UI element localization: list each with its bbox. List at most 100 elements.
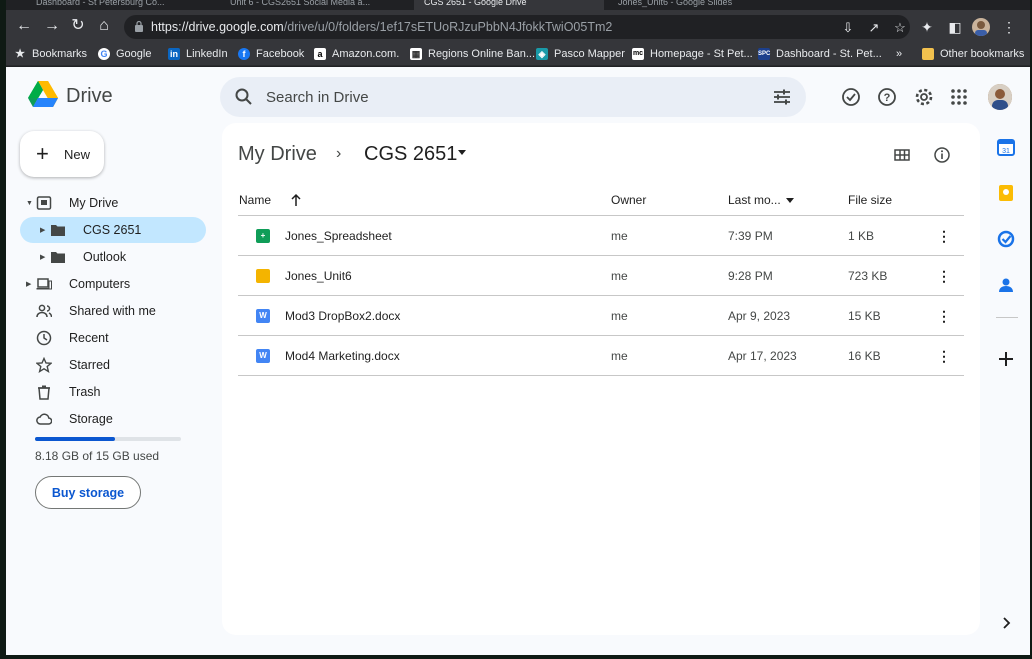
grid-view-icon[interactable] [892, 145, 912, 165]
bookmark-linkedin[interactable]: in LinkedIn [168, 46, 228, 62]
clock-icon [36, 330, 52, 346]
more-actions-icon[interactable]: ⋮ [934, 346, 954, 366]
side-panel-icon[interactable]: ◧ [946, 18, 964, 36]
tab-slides[interactable]: Jones_Unit6 - Google Slides [608, 0, 798, 10]
sidebar-item-label: Storage [69, 412, 113, 426]
search-input[interactable] [266, 85, 746, 109]
back-icon[interactable]: ← [14, 16, 34, 36]
cloud-icon [36, 413, 52, 425]
account-avatar[interactable] [988, 84, 1012, 110]
contacts-icon[interactable] [996, 275, 1016, 295]
file-name[interactable]: Jones_Unit6 [285, 269, 352, 283]
help-icon[interactable]: ? [876, 86, 898, 108]
profile-avatar[interactable] [972, 18, 990, 36]
drive-brand: Drive [66, 85, 113, 107]
extensions-icon[interactable]: ✦ [918, 18, 936, 36]
info-icon[interactable] [932, 145, 952, 165]
bookmark-google[interactable]: G Google [98, 46, 151, 62]
table-row[interactable]: W Mod3 DropBox2.docx me Apr 9, 2023 15 K… [238, 296, 964, 336]
column-owner[interactable]: Owner [611, 193, 646, 207]
caret-right-icon[interactable]: ▶ [40, 226, 45, 234]
sidebar-item-starred[interactable]: Starred [20, 352, 206, 378]
install-icon[interactable]: ⇩ [840, 20, 856, 36]
word-file-icon: W [256, 309, 270, 323]
bookmark-homepage[interactable]: mc Homepage - St Pet... [632, 46, 753, 62]
url-host: https://drive.google.com [151, 20, 284, 34]
sidebar-item-my-drive[interactable]: ▼ My Drive [20, 190, 206, 216]
sort-arrow-up-icon[interactable] [290, 193, 302, 207]
sidebar-item-trash[interactable]: Trash [20, 379, 206, 405]
bookmark-amazon[interactable]: a Amazon.com. [314, 46, 399, 62]
file-name[interactable]: Mod3 DropBox2.docx [285, 309, 400, 323]
file-list-panel: My Drive › CGS 2651 Name Owner Last mo..… [222, 123, 980, 635]
search-options-icon[interactable] [772, 87, 792, 107]
sidebar-item-recent[interactable]: Recent [20, 325, 206, 351]
sidebar-item-shared[interactable]: Shared with me [20, 298, 206, 324]
more-actions-icon[interactable]: ⋮ [934, 306, 954, 326]
sidebar-item-cgs-2651[interactable]: ▶ CGS 2651 [20, 217, 206, 243]
bookmark-dashboard[interactable]: SPC Dashboard - St. Pet... [758, 46, 882, 62]
file-name[interactable]: Mod4 Marketing.docx [285, 349, 400, 363]
folder-menu-caret-icon[interactable] [458, 150, 466, 155]
sidebar-item-computers[interactable]: ▶ Computers [20, 271, 206, 297]
sidebar-item-outlook[interactable]: ▶ Outlook [20, 244, 206, 270]
drive-logo-icon[interactable] [28, 81, 58, 107]
offline-ready-icon[interactable] [840, 86, 862, 108]
bookmark-pasco[interactable]: ◈ Pasco Mapper [536, 46, 625, 62]
chevron-right-icon[interactable] [996, 613, 1016, 633]
storage-bar-fill [35, 437, 115, 441]
tab-unit6[interactable]: Unit 6 - CGS2651 Social Media a... [220, 0, 410, 10]
tasks-icon[interactable] [996, 229, 1016, 249]
home-icon[interactable]: ⌂ [94, 16, 114, 36]
bookmark-facebook[interactable]: f Facebook [238, 46, 304, 62]
bookmark-bookmarks[interactable]: ★ Bookmarks [14, 46, 87, 62]
storage-bar [35, 437, 181, 441]
forward-icon[interactable]: → [42, 16, 62, 36]
bookmark-label: Google [116, 48, 152, 60]
tab-drive[interactable]: CGS 2651 - Google Drive [414, 0, 604, 10]
plus-icon: + [36, 141, 49, 166]
caret-right-icon[interactable]: ▶ [26, 280, 31, 288]
folder-icon [922, 48, 934, 60]
table-row[interactable]: Jones_Unit6 me 9:28 PM 723 KB ⋮ [238, 256, 964, 296]
file-name[interactable]: Jones_Spreadsheet [285, 229, 392, 243]
buy-storage-button[interactable]: Buy storage [35, 476, 141, 509]
modified-sort-caret-icon[interactable] [786, 198, 794, 203]
bookmark-other[interactable]: Other bookmarks [922, 46, 1024, 62]
tab-dashboard[interactable]: Dashboard - St Petersburg Co... [26, 0, 216, 10]
settings-icon[interactable] [913, 86, 935, 108]
sidebar-item-label: CGS 2651 [83, 223, 142, 237]
bookmarks-overflow[interactable]: » [896, 46, 902, 62]
search-icon[interactable] [234, 87, 254, 107]
column-name[interactable]: Name [239, 193, 271, 207]
tab-strip: Dashboard - St Petersburg Co... Unit 6 -… [6, 0, 1030, 10]
star-icon [36, 357, 52, 373]
keep-icon[interactable] [996, 183, 1016, 203]
search-bar[interactable] [220, 77, 806, 117]
url-path: /drive/u/0/folders/1ef17sETUoRJzuPbbN4Jf… [283, 20, 613, 34]
sidebar-item-label: My Drive [69, 196, 119, 210]
breadcrumb-my-drive[interactable]: My Drive [238, 143, 317, 166]
more-actions-icon[interactable]: ⋮ [934, 266, 954, 286]
caret-right-icon[interactable]: ▶ [40, 253, 45, 261]
bookmark-star-icon[interactable]: ☆ [892, 20, 908, 36]
address-bar[interactable]: https://drive.google.com/drive/u/0/folde… [124, 15, 910, 39]
apps-grid-icon[interactable] [948, 86, 970, 108]
table-row[interactable]: + Jones_Spreadsheet me 7:39 PM 1 KB ⋮ [238, 216, 964, 256]
caret-down-icon[interactable]: ▼ [26, 200, 33, 207]
table-row[interactable]: W Mod4 Marketing.docx me Apr 17, 2023 16… [238, 336, 964, 376]
reload-icon[interactable]: ↻ [68, 16, 88, 36]
sidebar-item-storage[interactable]: Storage [20, 406, 206, 432]
column-file-size[interactable]: File size [848, 193, 892, 207]
bookmark-regions[interactable]: ▦ Regions Online Ban... [410, 46, 535, 62]
column-last-modified[interactable]: Last mo... [728, 193, 781, 207]
more-actions-icon[interactable]: ⋮ [934, 226, 954, 246]
share-icon[interactable]: ↗ [866, 20, 882, 36]
linkedin-icon: in [168, 48, 180, 60]
add-addon-icon[interactable] [996, 349, 1016, 369]
svg-text:31: 31 [1002, 148, 1010, 155]
new-button[interactable]: + New [20, 131, 104, 177]
breadcrumb-current-folder[interactable]: CGS 2651 [364, 143, 457, 166]
calendar-icon[interactable]: 31 [996, 137, 1016, 157]
menu-icon[interactable]: ⋮ [1000, 18, 1018, 36]
